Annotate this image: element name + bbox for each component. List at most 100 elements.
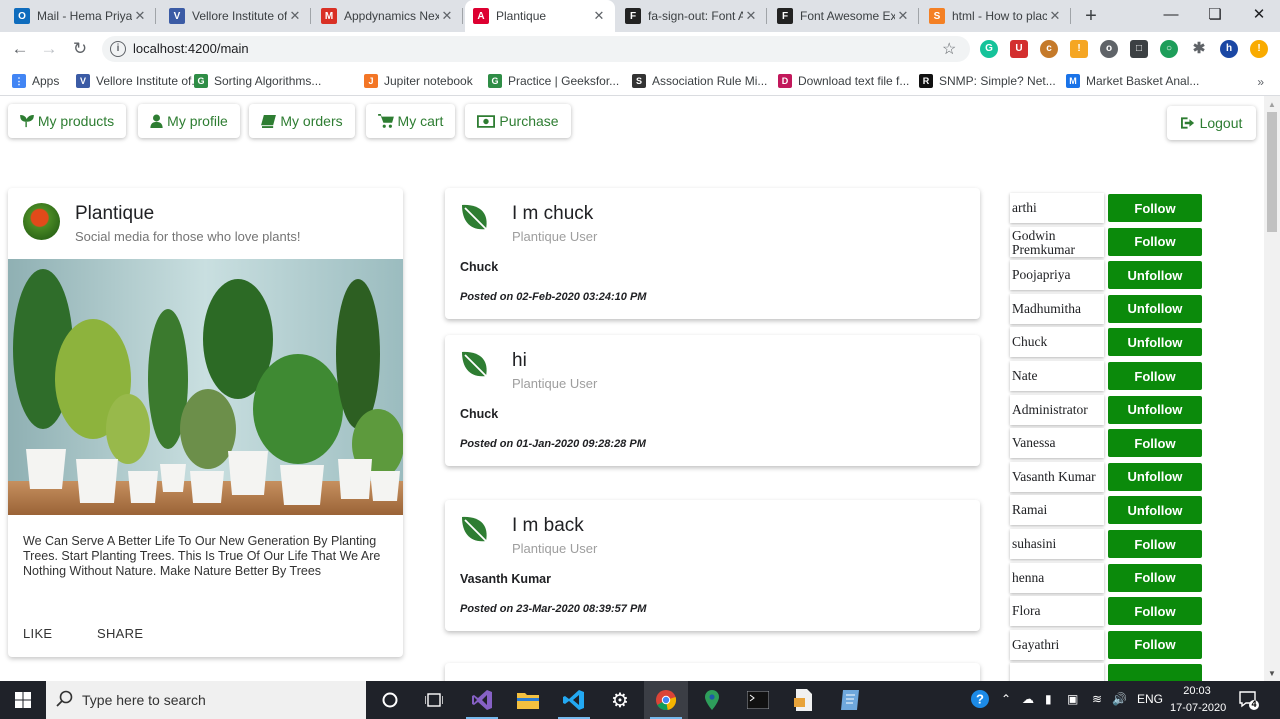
unfollow-button[interactable]: Unfollow — [1108, 294, 1202, 323]
cortana-button[interactable] — [368, 681, 412, 719]
browser-tab[interactable]: Ffa-sign-out: Font A ✕ — [617, 0, 767, 32]
logout-button[interactable]: Logout — [1167, 106, 1256, 140]
share-button[interactable]: SHARE — [97, 626, 143, 641]
new-tab-button[interactable]: + — [1078, 4, 1104, 28]
browser-tab[interactable]: V Vellore Institute of ✕ — [161, 0, 311, 32]
task-view-button[interactable] — [412, 681, 456, 719]
follow-button[interactable]: Follow — [1108, 194, 1202, 222]
info-icon[interactable]: i — [110, 41, 126, 57]
bookmark-label: Market Basket Anal... — [1086, 74, 1200, 88]
battery-icon[interactable]: ▣ — [1067, 692, 1078, 706]
update-alert-icon[interactable]: ! — [1250, 40, 1268, 58]
circle-extension-icon[interactable]: ○ — [1160, 40, 1178, 58]
my-profile-button[interactable]: My profile — [138, 104, 240, 138]
dropper-extension-icon[interactable]: ! — [1070, 40, 1088, 58]
browser-tab[interactable]: F Font Awesome Exa ✕ — [769, 0, 919, 32]
bookmarks-bar: » ⋮ Apps V Vellore Institute of... G Sorting … — [0, 66, 1280, 96]
profile-avatar[interactable]: h — [1220, 40, 1238, 58]
reload-button[interactable]: ↻ — [68, 37, 92, 61]
bookmark-item[interactable]: V Vellore Institute of... — [76, 71, 201, 91]
extensions-puzzle-icon[interactable]: ✱ — [1190, 40, 1208, 58]
clock-time[interactable]: 20:03 — [1183, 685, 1211, 697]
close-tab-icon[interactable]: ✕ — [591, 8, 607, 24]
help-icon[interactable]: ? — [970, 689, 990, 712]
like-button[interactable]: LIKE — [23, 626, 52, 641]
visual-studio-app[interactable] — [460, 681, 504, 719]
start-button[interactable] — [0, 681, 46, 719]
cookie-extension-icon[interactable]: c — [1040, 40, 1058, 58]
bookmark-star-icon[interactable]: ☆ — [942, 39, 956, 59]
follow-button[interactable]: Follow — [1108, 362, 1202, 390]
file-explorer-app[interactable] — [506, 681, 550, 719]
minimize-button[interactable]: — — [1158, 4, 1184, 26]
page-scrollbar[interactable]: ▲ ▼ — [1264, 96, 1280, 681]
taskbar-search-box[interactable]: Type here to search — [46, 681, 366, 719]
close-tab-icon[interactable]: ✕ — [287, 8, 303, 24]
unfollow-button[interactable]: Unfollow — [1108, 395, 1202, 424]
shield-extension-icon[interactable]: U — [1010, 40, 1028, 58]
my-products-button[interactable]: My products — [8, 104, 126, 138]
document-app[interactable] — [782, 681, 826, 719]
terminal-app[interactable] — [736, 681, 780, 719]
unfollow-button[interactable]: Unfollow — [1108, 261, 1202, 290]
follow-button-partial[interactable] — [1108, 664, 1202, 681]
browser-tab[interactable]: A Plantique ✕ — [465, 0, 615, 32]
follow-button[interactable]: Follow — [1108, 530, 1202, 558]
follow-button[interactable]: Follow — [1108, 429, 1202, 458]
browser-tab[interactable]: M Appdynamics Nex ✕ — [313, 0, 463, 32]
close-window-button[interactable]: ✕ — [1246, 4, 1272, 26]
show-hidden-icons-chevron-icon[interactable]: ⌃ — [1001, 692, 1011, 706]
back-button[interactable]: ← — [8, 37, 32, 61]
bookmarks-overflow-button[interactable]: » — [1257, 75, 1264, 89]
close-tab-icon[interactable]: ✕ — [743, 8, 759, 24]
bookmark-item[interactable]: G Practice | Geeksfor... — [488, 71, 619, 91]
maximize-button[interactable]: ❏ — [1202, 4, 1228, 26]
follow-button[interactable]: Follow — [1108, 630, 1202, 659]
purchase-button[interactable]: Purchase — [465, 104, 571, 138]
bookmark-item[interactable]: R SNMP: Simple? Net... — [919, 71, 1056, 91]
record-extension-icon[interactable]: o — [1100, 40, 1118, 58]
chrome-icon — [656, 690, 677, 711]
follow-button[interactable]: Follow — [1108, 597, 1202, 626]
bookmark-item[interactable]: G Sorting Algorithms... — [194, 71, 321, 91]
scroll-up-arrow-icon[interactable]: ▲ — [1268, 100, 1276, 109]
close-tab-icon[interactable]: ✕ — [1047, 8, 1063, 24]
settings-app[interactable]: ⚙ — [598, 681, 642, 719]
browser-tab[interactable]: Shtml - How to plac ✕ — [921, 0, 1071, 32]
forward-button[interactable]: → — [37, 37, 61, 61]
onedrive-cloud-icon[interactable]: ☁ — [1022, 692, 1034, 706]
close-tab-icon[interactable]: ✕ — [132, 8, 148, 24]
bookmark-item[interactable]: M Market Basket Anal... — [1066, 71, 1199, 91]
wifi-icon[interactable]: ≋ — [1092, 692, 1102, 706]
unfollow-button[interactable]: Unfollow — [1108, 328, 1202, 357]
follow-button[interactable]: Follow — [1108, 227, 1202, 256]
volume-icon[interactable]: 🔊 — [1112, 692, 1127, 706]
my-orders-button[interactable]: My orders — [249, 104, 355, 138]
notes-app[interactable] — [828, 681, 872, 719]
bookmark-item[interactable]: J Jupiter notebook — [364, 71, 473, 91]
scroll-thumb[interactable] — [1267, 112, 1277, 232]
bookmark-item[interactable]: ⋮ Apps — [12, 71, 59, 91]
address-bar[interactable]: i localhost:4200/main ☆ — [102, 36, 970, 62]
unfollow-button[interactable]: Unfollow — [1108, 496, 1202, 525]
browser-tab[interactable]: O Mail - Hema Priya ✕ — [6, 0, 156, 32]
url-text[interactable]: localhost:4200/main — [133, 41, 249, 56]
maps-app[interactable] — [690, 681, 734, 719]
close-tab-icon[interactable]: ✕ — [439, 8, 455, 24]
scroll-down-arrow-icon[interactable]: ▼ — [1268, 669, 1276, 678]
book-icon — [261, 114, 277, 128]
bookmark-item[interactable]: D Download text file f... — [778, 71, 909, 91]
my-cart-button[interactable]: My cart — [366, 104, 455, 138]
follow-button[interactable]: Follow — [1108, 563, 1202, 592]
chrome-app[interactable] — [644, 681, 688, 719]
bookmark-item[interactable]: S Association Rule Mi... — [632, 71, 767, 91]
usb-icon[interactable]: ▮ — [1045, 692, 1052, 706]
unfollow-button[interactable]: Unfollow — [1108, 462, 1202, 491]
close-tab-icon[interactable]: ✕ — [895, 8, 911, 24]
action-center-button[interactable]: 4 — [1238, 689, 1260, 711]
language-indicator[interactable]: ENG — [1137, 692, 1163, 706]
screen-extension-icon[interactable]: □ — [1130, 40, 1148, 58]
clock-date[interactable]: 17-07-2020 — [1170, 702, 1226, 714]
grammarly-extension-icon[interactable]: G — [980, 40, 998, 58]
vscode-app[interactable] — [552, 681, 596, 719]
